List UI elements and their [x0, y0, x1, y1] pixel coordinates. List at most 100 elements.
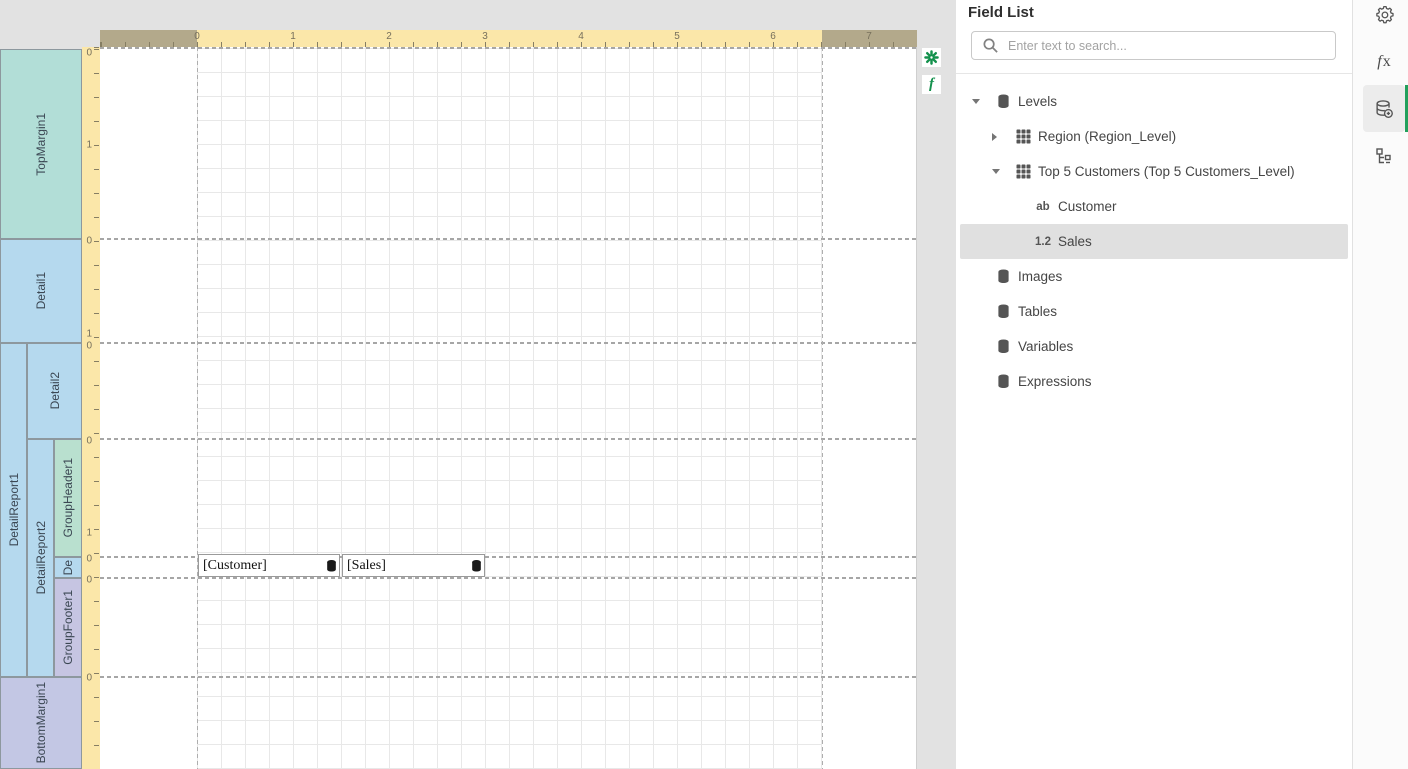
page-margin-line [197, 47, 198, 769]
h-ruler-label: 3 [482, 31, 488, 42]
tree-item-expressions[interactable]: Expressions [960, 364, 1348, 399]
tree-item-label: Region (Region_Level) [1038, 129, 1176, 144]
text-field-icon: ab [1034, 201, 1052, 213]
v-ruler-label: 1 [86, 528, 92, 539]
database-add-icon [1373, 98, 1395, 120]
gear-icon [1374, 4, 1395, 25]
field-box-customer[interactable]: [Customer] [198, 554, 340, 577]
fx-icon: fx [1377, 53, 1390, 71]
search-input[interactable] [1008, 39, 1335, 53]
band-label-groupfooter1[interactable]: GroupFooter1 [54, 578, 82, 677]
horizontal-ruler: 01234567 [100, 30, 917, 47]
properties-button[interactable] [1363, 0, 1405, 38]
band-label-text: BottomMargin1 [34, 682, 48, 763]
v-ruler-label: 0 [86, 436, 92, 447]
search-icon [982, 37, 999, 54]
numeric-field-icon: 1.2 [1034, 236, 1052, 248]
band-label-text: DetailReport1 [7, 473, 21, 546]
tree-item-label: Levels [1018, 94, 1057, 109]
database-icon [994, 269, 1012, 284]
panel-title: Field List [956, 0, 1352, 21]
report-explorer-button[interactable] [1363, 132, 1405, 179]
h-ruler-label: 5 [674, 31, 680, 42]
band-label-detail1[interactable]: Detail1 [0, 239, 82, 343]
expressions-button[interactable]: fx [1363, 38, 1405, 85]
page-margin-line [822, 47, 823, 769]
right-toolbar: fx [1352, 0, 1408, 769]
field-tree: Levels Region (Region_Level) Top 5 Custome… [956, 74, 1352, 399]
v-ruler-label: 0 [86, 673, 92, 684]
band-label-bottommargin1[interactable]: BottomMargin1 [0, 677, 82, 769]
band-gear-button[interactable] [922, 48, 941, 67]
band-separator[interactable] [100, 47, 917, 49]
table-icon [1014, 164, 1032, 179]
h-ruler-label: 4 [578, 31, 584, 42]
tree-item-customer[interactable]: abCustomer [960, 189, 1348, 224]
chevron-down-icon[interactable] [992, 169, 1014, 174]
tree-item-top-5-customers-top-5-customers-level[interactable]: Top 5 Customers (Top 5 Customers_Level) [960, 154, 1348, 189]
report-designer: 01234567 0101001000 TopMargin1Detail1Det… [0, 0, 956, 769]
field-box-label: [Sales] [347, 558, 386, 574]
database-icon [994, 304, 1012, 319]
band-label-text: DetailReport2 [34, 521, 48, 594]
band-separator[interactable] [100, 342, 917, 344]
band-label-de[interactable]: De [54, 557, 82, 578]
tree-item-label: Images [1018, 269, 1062, 284]
table-icon [1014, 129, 1032, 144]
database-icon [471, 559, 482, 572]
band-label-detailreport2[interactable]: DetailReport2 [27, 439, 54, 677]
band-label-text: Detail1 [34, 272, 48, 309]
field-box-label: [Customer] [203, 558, 267, 574]
tree-item-label: Expressions [1018, 374, 1092, 389]
v-ruler-label: 0 [86, 554, 92, 565]
h-ruler-label: 1 [290, 31, 296, 42]
database-icon [326, 559, 337, 572]
report-structure-icon [1374, 146, 1394, 166]
band-label-groupheader1[interactable]: GroupHeader1 [54, 439, 82, 557]
band-separator[interactable] [100, 238, 917, 240]
band-separator[interactable] [100, 577, 917, 579]
h-ruler-label: 2 [386, 31, 392, 42]
tree-item-images[interactable]: Images [960, 259, 1348, 294]
tree-item-label: Top 5 Customers (Top 5 Customers_Level) [1038, 164, 1295, 179]
tree-item-tables[interactable]: Tables [960, 294, 1348, 329]
band-separator[interactable] [100, 676, 917, 678]
band-label-text: TopMargin1 [34, 113, 48, 176]
tree-item-label: Variables [1018, 339, 1073, 354]
report-page: [Customer] [Sales] [100, 47, 917, 769]
h-ruler-label: 6 [770, 31, 776, 42]
vertical-ruler: 0101001000 [82, 47, 100, 769]
band-label-text: Detail2 [48, 372, 62, 409]
f-green-icon: f [929, 77, 934, 92]
v-ruler-label: 0 [86, 48, 92, 59]
tree-item-variables[interactable]: Variables [960, 329, 1348, 364]
tree-item-label: Sales [1058, 234, 1092, 249]
database-icon [994, 339, 1012, 354]
tree-item-levels[interactable]: Levels [960, 84, 1348, 119]
database-icon [994, 94, 1012, 109]
band-script-button[interactable]: f [922, 75, 941, 94]
band-label-topmargin1[interactable]: TopMargin1 [0, 49, 82, 239]
h-ruler-label: 0 [194, 31, 200, 42]
gear-green-icon [924, 50, 939, 65]
band-label-text: GroupFooter1 [61, 590, 75, 665]
field-list-button[interactable] [1363, 85, 1405, 132]
chevron-right-icon[interactable] [992, 133, 1014, 141]
band-label-detail2[interactable]: Detail2 [27, 343, 82, 439]
v-ruler-label: 0 [86, 341, 92, 352]
band-strip: TopMargin1 Detail1 DetailReport1 Detail2 Det… [0, 49, 82, 769]
database-icon [994, 374, 1012, 389]
field-list-panel: Field List Levels Region (Region_Level) To… [956, 0, 1352, 769]
band-separator[interactable] [100, 438, 917, 440]
field-box-sales[interactable]: [Sales] [342, 554, 485, 577]
tree-item-region-region-level[interactable]: Region (Region_Level) [960, 119, 1348, 154]
design-grid [197, 47, 822, 769]
band-label-text: De [61, 560, 75, 575]
vertical-ruler-ticks [94, 47, 99, 769]
tree-item-sales[interactable]: 1.2 Sales [960, 224, 1348, 259]
chevron-down-icon[interactable] [972, 99, 994, 104]
band-label-detailreport1[interactable]: DetailReport1 [0, 343, 27, 677]
band-label-text: GroupHeader1 [61, 458, 75, 537]
v-ruler-label: 1 [86, 329, 92, 340]
v-ruler-label: 0 [86, 236, 92, 247]
